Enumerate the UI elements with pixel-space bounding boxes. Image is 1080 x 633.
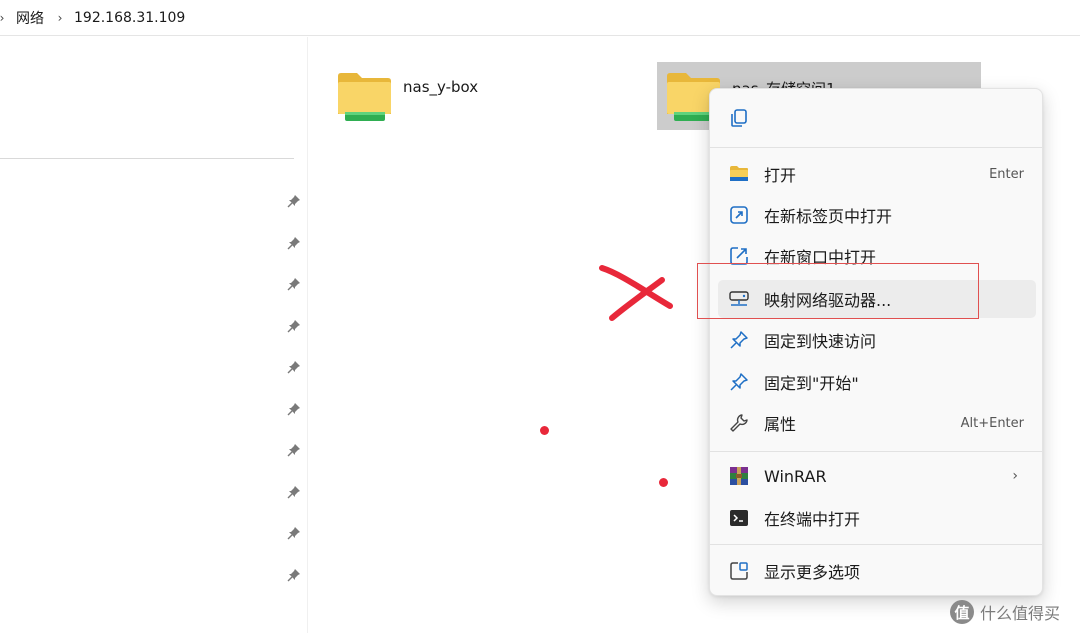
breadcrumb-host[interactable]: 192.168.31.109 [74,10,185,26]
chevron-right-icon: › [1012,468,1018,484]
menu-item-open-terminal[interactable]: 在终端中打开 [718,499,1036,537]
menu-item-show-more-options[interactable]: 显示更多选项 [718,552,1036,590]
menu-separator [710,451,1042,452]
chevron-right-icon[interactable]: › [0,11,6,25]
more-options-icon [728,560,750,582]
address-bar[interactable]: › 网络 › 192.168.31.109 [0,0,1080,36]
menu-item-label: 固定到"开始" [764,374,859,393]
wrench-icon [728,412,750,434]
folder-item[interactable]: nas_y-box [337,70,497,126]
terminal-icon [728,507,750,529]
menu-item-label: 在终端中打开 [764,510,861,529]
pin-icon[interactable] [287,442,301,457]
pin-icon[interactable] [287,525,301,540]
pin-icon[interactable] [287,276,301,291]
menu-item-properties[interactable]: 属性 Alt+Enter [718,404,1036,442]
menu-item-winrar[interactable]: WinRAR › [718,457,1036,495]
breadcrumb-network[interactable]: 网络 [16,8,44,28]
red-dot-annotation [540,426,549,435]
menu-item-label: WinRAR [764,466,827,486]
pin-icon[interactable] [287,193,301,208]
watermark: 值 什么值得买 [950,598,1080,626]
folder-icon [728,163,750,185]
network-folder-icon [337,70,393,122]
red-dot-annotation [659,478,668,487]
menu-item-label: 显示更多选项 [764,563,861,582]
pin-icon[interactable] [287,401,301,416]
menu-item-label: 固定到快速访问 [764,332,877,351]
pin-icon[interactable] [287,318,301,333]
context-menu-quick-actions [710,89,1042,147]
folder-name: nas_y-box [403,78,479,96]
chevron-right-icon[interactable]: › [56,11,64,25]
menu-item-label: 打开 [764,166,797,185]
menu-separator [710,147,1042,148]
red-highlight-annotation [697,263,979,319]
pin-icon [728,371,750,393]
copy-icon[interactable] [728,107,752,131]
menu-separator [710,544,1042,545]
pin-icon[interactable] [287,484,301,499]
menu-item-label: 在新标签页中打开 [764,207,893,226]
watermark-logo-icon: 值 [950,600,974,624]
menu-item-label: 属性 [764,415,797,434]
context-menu: 打开 Enter 在新标签页中打开 在新窗口中打开 映射网络驱动器... 固定到… [709,88,1043,596]
menu-item-open-new-tab[interactable]: 在新标签页中打开 [718,196,1036,234]
menu-item-pin-quick-access[interactable]: 固定到快速访问 [718,321,1036,359]
menu-item-shortcut: Alt+Enter [960,415,1024,431]
open-new-tab-icon [728,204,750,226]
nav-divider [0,158,294,159]
watermark-text: 什么值得买 [980,604,1061,623]
menu-item-shortcut: Enter [989,166,1024,182]
menu-item-pin-start[interactable]: 固定到"开始" [718,363,1036,401]
pin-icon [728,329,750,351]
menu-item-open[interactable]: 打开 Enter [718,155,1036,193]
pin-icon[interactable] [287,235,301,250]
red-cross-annotation [599,265,673,321]
pin-icon[interactable] [287,567,301,582]
winrar-icon [728,465,750,487]
pin-icon[interactable] [287,359,301,374]
navigation-pane [0,37,308,633]
